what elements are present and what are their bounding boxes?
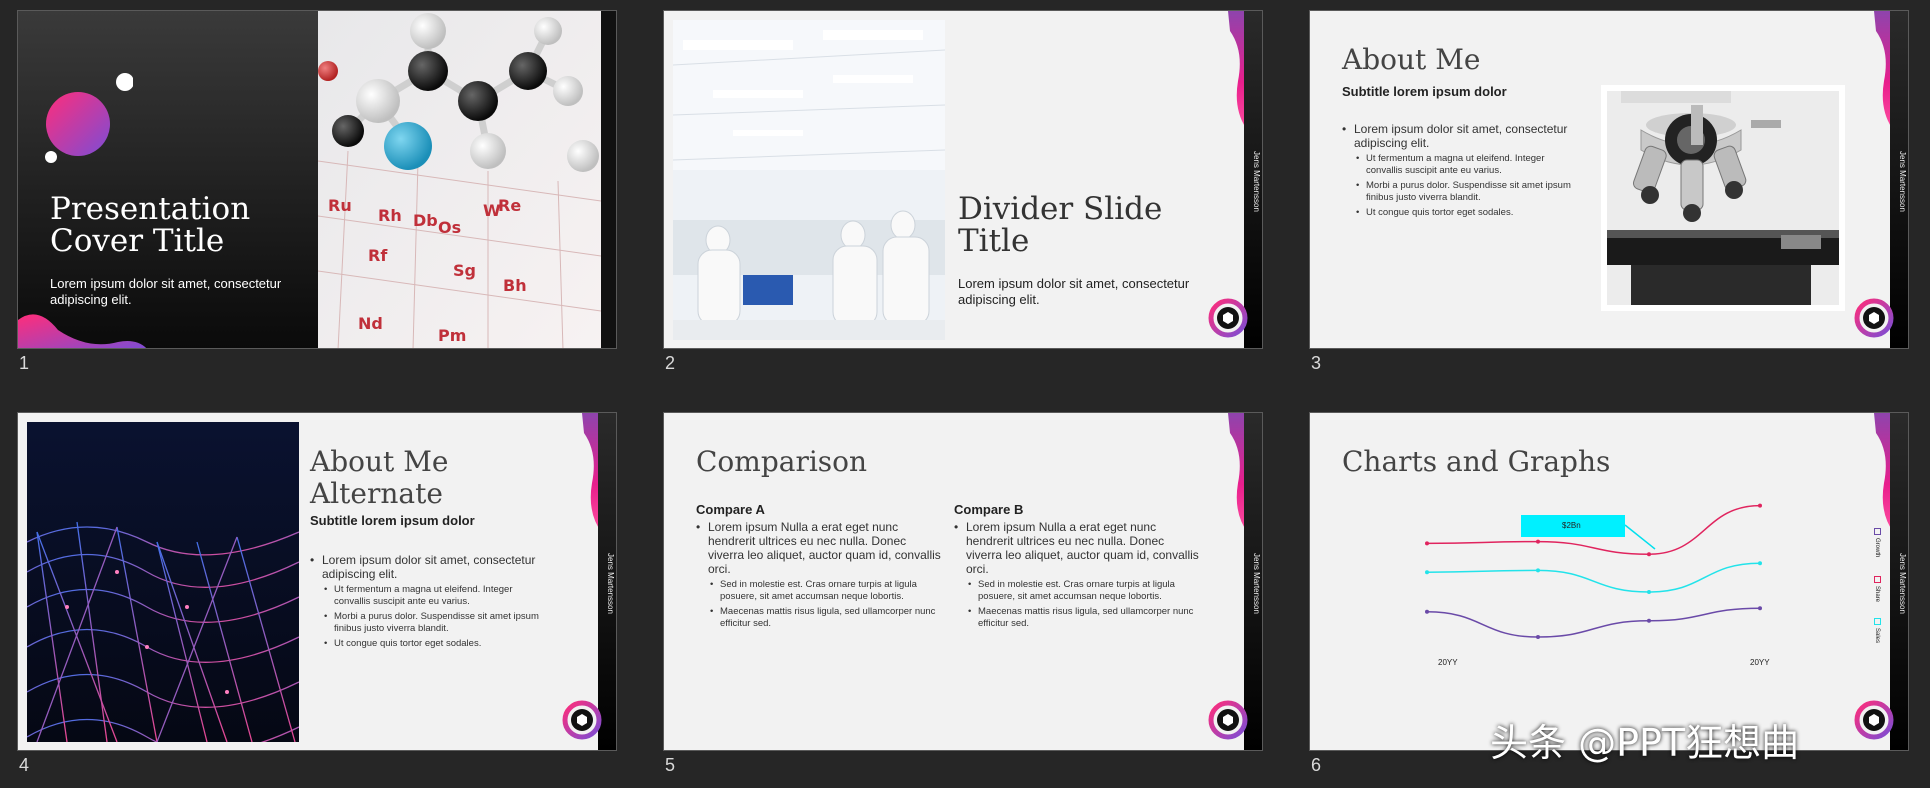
bullet-item: Lorem ipsum Nulla a erat eget nunc hendr… — [696, 520, 941, 630]
svg-text:Db: Db — [413, 211, 438, 230]
molecule-image: Ru Rh Os Re Rf Db Sg Bh Nd Pm W — [318, 11, 601, 348]
about-alt-bullet-list: Lorem ipsum dolor sit amet, consectetur … — [310, 553, 550, 653]
hexagon-logo-icon — [1208, 298, 1248, 338]
sub-bullet-item: Morbi a purus dolor. Suspendisse sit ame… — [322, 611, 550, 635]
series-line-share — [1426, 562, 1761, 593]
data-point — [1647, 552, 1651, 557]
comparison-title: Comparison — [696, 445, 868, 478]
hexagon-logo-icon — [562, 700, 602, 740]
legend-item: Share — [1874, 576, 1881, 602]
presenter-name: Jens Martensson — [606, 553, 615, 614]
legend-swatch — [1874, 576, 1881, 583]
slide-number-5: 5 — [665, 755, 676, 775]
legend-label: Growth — [1874, 538, 1880, 558]
svg-text:W: W — [483, 201, 501, 220]
slide-thumbnail-6[interactable]: Charts and Graphs $2Bn 20YY 20YY Growth … — [1309, 412, 1909, 751]
legend-label: Share — [1874, 586, 1880, 603]
bullet-item: Lorem ipsum dolor sit amet, consectetur … — [310, 553, 550, 650]
svg-text:Os: Os — [438, 218, 461, 237]
microscope-image — [1601, 85, 1845, 311]
series-line-sales — [1426, 607, 1761, 638]
about-alt-title: About Me Alternate — [310, 445, 449, 510]
slide-number-2: 2 — [665, 353, 676, 373]
compare-b-heading: Compare B — [954, 502, 1024, 517]
sub-bullet-item: Sed in molestie est. Cras ornare turpis … — [708, 579, 941, 603]
sub-bullet-item: Maecenas mattis risus ligula, sed ullamc… — [708, 606, 941, 630]
data-point — [1758, 606, 1762, 611]
sub-bullet-item: Maecenas mattis risus ligula, sed ullamc… — [966, 606, 1199, 630]
sub-bullet-item: Ut fermentum a magna ut eleifend. Intege… — [322, 584, 550, 608]
compare-b-list: Lorem ipsum Nulla a erat eget nunc hendr… — [954, 520, 1199, 633]
cover-wave-decoration — [18, 314, 147, 348]
presenter-name: Jens Martensson — [1898, 151, 1907, 212]
legend-label: Sales — [1874, 628, 1880, 644]
x-tick-label: 20YY — [1438, 658, 1458, 667]
data-point — [1536, 635, 1540, 639]
presenter-name: Jens Martensson — [1252, 553, 1261, 614]
data-point — [1536, 539, 1540, 544]
data-point — [1425, 570, 1429, 575]
slide-number-6: 6 — [1311, 755, 1322, 775]
slide-number-4: 4 — [19, 755, 30, 775]
about-subtitle: Subtitle lorem ipsum dolor — [1342, 84, 1507, 99]
bullet-item: Lorem ipsum dolor sit amet, consectetur … — [1342, 122, 1582, 219]
hexagon-logo-icon — [1854, 298, 1894, 338]
slide-thumbnail-1[interactable]: Presentation Cover Title Lorem ipsum dol… — [17, 10, 617, 349]
data-point — [1647, 590, 1651, 594]
legend-swatch — [1874, 618, 1881, 625]
data-point — [1536, 568, 1540, 573]
laboratory-image — [673, 20, 945, 340]
about-bullet-list: Lorem ipsum dolor sit amet, consectetur … — [1342, 122, 1582, 222]
series-line-growth — [1426, 504, 1761, 555]
presenter-name: Jens Martensson — [1898, 553, 1907, 614]
data-point — [1758, 503, 1762, 508]
data-point — [1425, 541, 1429, 546]
legend-item: Sales — [1874, 618, 1881, 643]
compare-a-heading: Compare A — [696, 502, 765, 517]
sub-bullet-item: Ut congue quis tortor eget sodales. — [1354, 207, 1582, 219]
slide-number-3: 3 — [1311, 353, 1322, 373]
data-point — [1647, 618, 1651, 623]
slide-thumbnail-5[interactable]: Comparison Compare A Lorem ipsum Nulla a… — [663, 412, 1263, 751]
sub-bullet-item: Sed in molestie est. Cras ornare turpis … — [966, 579, 1199, 603]
data-point — [1758, 561, 1762, 566]
sub-bullet-item: Morbi a purus dolor. Suspendisse sit ame… — [1354, 180, 1582, 204]
svg-text:Rh: Rh — [378, 206, 402, 225]
watermark-text: 头条 @PPT狂想曲 — [1490, 721, 1800, 765]
network-mesh-image — [27, 422, 299, 742]
chart-legend: Growth Share Sales — [1874, 528, 1888, 643]
slide-number-1: 1 — [19, 353, 30, 373]
slide-thumbnail-4[interactable]: About Me Alternate Subtitle lorem ipsum … — [17, 412, 617, 751]
presenter-name: Jens Martensson — [1252, 151, 1261, 212]
svg-text:Bh: Bh — [503, 276, 527, 295]
about-title: About Me — [1342, 43, 1481, 76]
slide-thumbnail-3[interactable]: About Me Subtitle lorem ipsum dolor Lore… — [1309, 10, 1909, 349]
x-tick-label: 20YY — [1750, 658, 1770, 667]
cover-circles-decoration — [45, 73, 133, 163]
data-point — [1425, 609, 1429, 614]
divider-body: Lorem ipsum dolor sit amet, consectetur … — [958, 276, 1190, 307]
cover-title: Presentation Cover Title — [50, 191, 251, 259]
svg-text:Ru: Ru — [328, 196, 352, 215]
svg-text:Nd: Nd — [358, 314, 383, 333]
svg-text:Pm: Pm — [438, 326, 466, 345]
svg-text:Rf: Rf — [368, 246, 388, 265]
hexagon-logo-icon — [1854, 700, 1894, 740]
svg-text:Re: Re — [498, 196, 521, 215]
hexagon-logo-icon — [1208, 700, 1248, 740]
sub-bullet-item: Ut fermentum a magna ut eleifend. Intege… — [1354, 153, 1582, 177]
bullet-item: Lorem ipsum Nulla a erat eget nunc hendr… — [954, 520, 1199, 630]
line-chart — [1425, 503, 1762, 639]
compare-a-list: Lorem ipsum Nulla a erat eget nunc hendr… — [696, 520, 941, 633]
slide-thumbnail-2[interactable]: Divider Slide Title Lorem ipsum dolor si… — [663, 10, 1263, 349]
divider-title: Divider Slide Title — [958, 191, 1163, 259]
svg-text:Sg: Sg — [453, 261, 476, 280]
about-alt-subtitle: Subtitle lorem ipsum dolor — [310, 513, 475, 528]
sub-bullet-item: Ut congue quis tortor eget sodales. — [322, 638, 550, 650]
